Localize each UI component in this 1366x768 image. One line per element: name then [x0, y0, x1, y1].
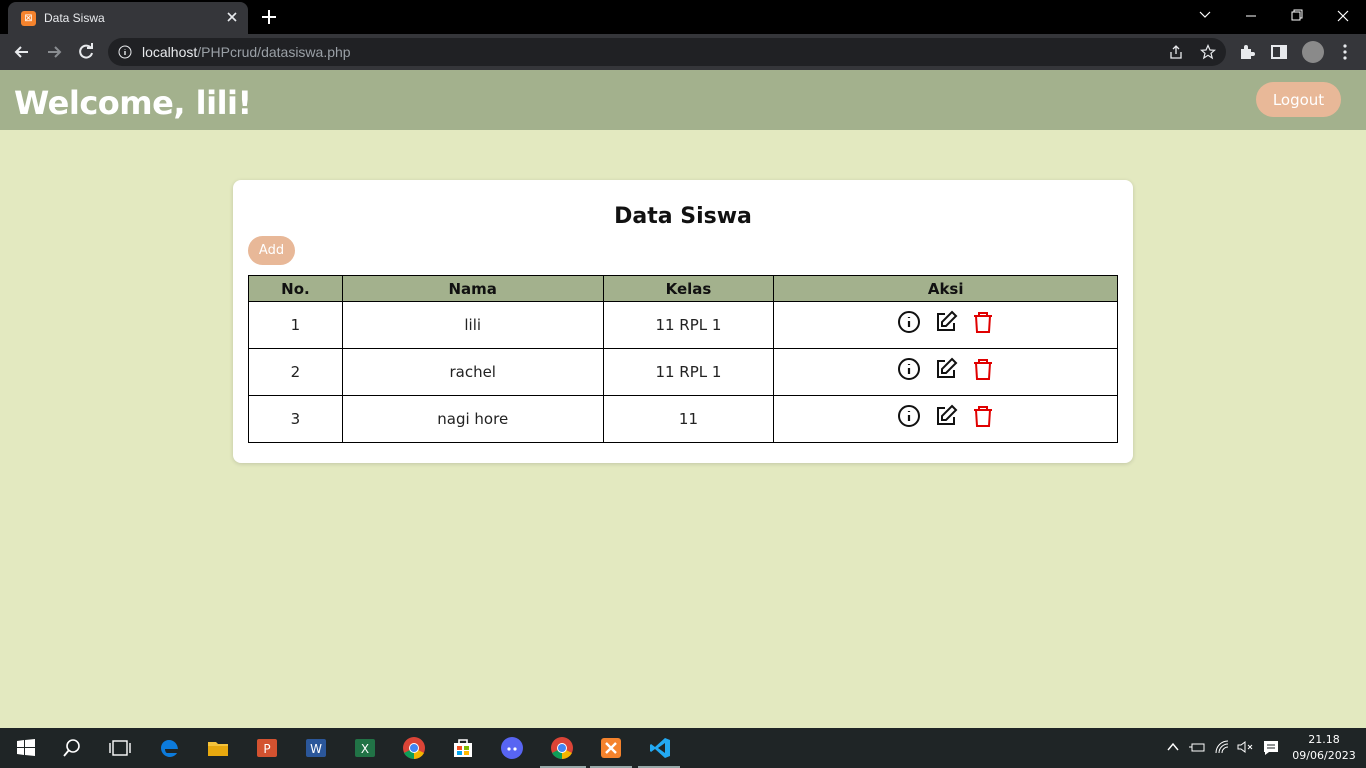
- minimize-icon[interactable]: [1228, 0, 1274, 32]
- edge-icon[interactable]: [158, 736, 182, 760]
- side-panel-icon[interactable]: [1270, 43, 1288, 61]
- tab-search-icon[interactable]: [1182, 0, 1228, 32]
- chrome-icon[interactable]: [402, 736, 426, 760]
- cell-no: 3: [248, 395, 343, 443]
- task-view-icon[interactable]: [108, 736, 132, 760]
- cell-aksi: [773, 348, 1118, 396]
- info-icon[interactable]: [897, 404, 921, 428]
- column-header-nama: Nama: [341, 275, 604, 302]
- url-text: localhost/PHPcrud/datasiswa.php: [142, 44, 351, 60]
- windows-start-icon[interactable]: [14, 736, 38, 760]
- cell-nama: nagi hore: [341, 395, 604, 443]
- tab-title: Data Siswa: [44, 11, 105, 25]
- svg-text:P: P: [263, 742, 270, 756]
- clock[interactable]: 21.18 09/06/2023: [1286, 732, 1362, 764]
- column-header-no: No.: [248, 275, 343, 302]
- edit-icon[interactable]: [934, 310, 958, 334]
- restore-icon[interactable]: [1274, 0, 1320, 32]
- chrome-active-icon[interactable]: [550, 736, 574, 760]
- address-bar[interactable]: localhost/PHPcrud/datasiswa.php: [108, 38, 1226, 66]
- profile-avatar[interactable]: [1302, 41, 1324, 63]
- cell-kelas: 11 RPL 1: [602, 301, 775, 349]
- browser-toolbar: localhost/PHPcrud/datasiswa.php: [0, 34, 1366, 70]
- delete-icon[interactable]: [971, 357, 995, 381]
- welcome-heading: Welcome, lili!: [14, 84, 252, 122]
- powerpoint-icon[interactable]: P: [255, 736, 279, 760]
- close-tab-icon[interactable]: [224, 9, 240, 25]
- column-header-aksi: Aksi: [773, 275, 1118, 302]
- wifi-icon[interactable]: [1214, 739, 1232, 755]
- svg-text:W: W: [310, 742, 322, 756]
- cell-no: 2: [248, 348, 343, 396]
- forward-icon[interactable]: [44, 42, 64, 62]
- table-row: 1 lili 11 RPL 1: [248, 301, 1118, 349]
- table-row: 3 nagi hore 11: [248, 395, 1118, 443]
- table-row: 2 rachel 11 RPL 1: [248, 348, 1118, 396]
- share-icon[interactable]: [1168, 44, 1184, 60]
- edit-icon[interactable]: [934, 357, 958, 381]
- discord-icon[interactable]: [500, 736, 524, 760]
- url-host: localhost: [142, 44, 198, 60]
- cell-nama: lili: [341, 301, 604, 349]
- column-header-kelas: Kelas: [602, 275, 775, 302]
- logout-button[interactable]: Logout: [1256, 82, 1341, 117]
- browser-tab[interactable]: ⊠ Data Siswa: [8, 2, 248, 34]
- card-title: Data Siswa: [614, 204, 752, 229]
- xampp-icon[interactable]: [599, 736, 623, 760]
- menu-kebab-icon[interactable]: [1336, 43, 1354, 61]
- clock-time: 21.18: [1308, 733, 1340, 746]
- cell-kelas: 11 RPL 1: [602, 348, 775, 396]
- cell-no: 1: [248, 301, 343, 349]
- windows-taskbar: P W X 21.18 09/06/2023: [0, 728, 1366, 768]
- volume-muted-icon[interactable]: [1236, 739, 1254, 755]
- table-header-row: No. Nama Kelas Aksi: [248, 275, 1118, 302]
- store-icon[interactable]: [451, 736, 475, 760]
- cell-kelas: 11: [602, 395, 775, 443]
- back-icon[interactable]: [12, 42, 32, 62]
- word-icon[interactable]: W: [304, 736, 328, 760]
- site-info-icon[interactable]: [118, 45, 132, 59]
- file-explorer-icon[interactable]: [206, 736, 230, 760]
- add-button[interactable]: Add: [248, 236, 295, 265]
- excel-icon[interactable]: X: [353, 736, 377, 760]
- extensions-icon[interactable]: [1238, 43, 1256, 61]
- close-window-icon[interactable]: [1320, 0, 1366, 32]
- chevron-up-icon[interactable]: [1166, 740, 1180, 754]
- clock-date: 09/06/2023: [1292, 749, 1356, 762]
- cell-nama: rachel: [341, 348, 604, 396]
- svg-text:X: X: [361, 742, 369, 756]
- data-card: Data Siswa Add No. Nama Kelas Aksi 1 lil…: [233, 180, 1133, 463]
- browser-tab-bar: ⊠ Data Siswa: [0, 0, 1366, 34]
- xampp-favicon-icon: ⊠: [21, 11, 36, 26]
- new-tab-icon[interactable]: [260, 8, 278, 26]
- page-header: Welcome, lili! Logout: [0, 70, 1366, 130]
- students-table: No. Nama Kelas Aksi 1 lili 11 RPL 1 2 ra…: [248, 275, 1118, 443]
- url-path: /PHPcrud/datasiswa.php: [197, 44, 351, 60]
- info-icon[interactable]: [897, 310, 921, 334]
- delete-icon[interactable]: [971, 310, 995, 334]
- delete-icon[interactable]: [971, 404, 995, 428]
- reload-icon[interactable]: [76, 42, 96, 62]
- cell-aksi: [773, 395, 1118, 443]
- bookmark-star-icon[interactable]: [1200, 44, 1216, 60]
- search-icon[interactable]: [60, 736, 84, 760]
- cell-aksi: [773, 301, 1118, 349]
- notification-icon[interactable]: [1262, 739, 1280, 757]
- battery-icon[interactable]: [1188, 739, 1206, 755]
- info-icon[interactable]: [897, 357, 921, 381]
- edit-icon[interactable]: [934, 404, 958, 428]
- vscode-icon[interactable]: [648, 736, 672, 760]
